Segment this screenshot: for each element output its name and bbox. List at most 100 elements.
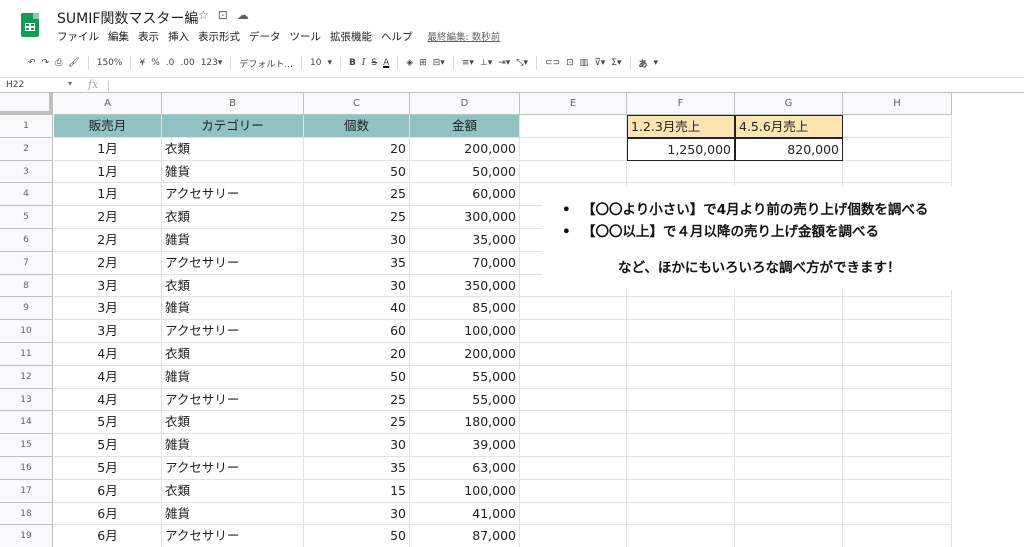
- filter-icon[interactable]: ⊽▾: [594, 58, 605, 68]
- data-cell[interactable]: 2月: [54, 206, 162, 229]
- cell[interactable]: [843, 160, 952, 184]
- data-cell[interactable]: 衣類: [162, 206, 304, 229]
- cell[interactable]: [843, 115, 952, 138]
- data-cell[interactable]: 雑貨: [162, 502, 304, 526]
- data-cell[interactable]: 20: [304, 343, 410, 366]
- cell[interactable]: [520, 457, 627, 480]
- data-cell[interactable]: 30: [304, 502, 410, 526]
- input-tools-button[interactable]: あ: [639, 57, 648, 70]
- cell[interactable]: [520, 160, 627, 184]
- borders-icon[interactable]: ⊞: [419, 58, 427, 68]
- cell[interactable]: [520, 137, 627, 161]
- data-cell[interactable]: 5月: [54, 411, 162, 435]
- data-cell[interactable]: 50: [304, 160, 410, 184]
- data-cell[interactable]: アクセサリー: [162, 320, 304, 343]
- row-header-19[interactable]: 19: [0, 525, 53, 547]
- cell[interactable]: [627, 388, 735, 412]
- column-title-cell[interactable]: 個数: [304, 115, 410, 138]
- data-cell[interactable]: 50: [304, 365, 410, 389]
- cell[interactable]: [735, 160, 843, 184]
- data-cell[interactable]: 300,000: [410, 206, 520, 229]
- chevron-down-icon[interactable]: ▾: [327, 58, 332, 68]
- data-cell[interactable]: 雑貨: [162, 297, 304, 321]
- row-header-12[interactable]: 12: [0, 365, 53, 389]
- cell[interactable]: [843, 320, 952, 343]
- merge-cells-icon[interactable]: ⊟▾: [433, 58, 445, 68]
- chevron-down-icon[interactable]: ▾: [68, 79, 72, 88]
- cell[interactable]: [735, 388, 843, 412]
- chevron-down-icon[interactable]: ▾: [654, 58, 659, 68]
- data-cell[interactable]: 60,000: [410, 183, 520, 207]
- print-icon[interactable]: ⎙: [55, 58, 62, 68]
- cell[interactable]: [843, 365, 952, 389]
- data-cell[interactable]: 25: [304, 183, 410, 207]
- data-cell[interactable]: 6月: [54, 479, 162, 503]
- summary-value-cell[interactable]: 820,000: [735, 137, 843, 161]
- data-cell[interactable]: 2月: [54, 251, 162, 275]
- data-cell[interactable]: 3月: [54, 274, 162, 298]
- cell[interactable]: [735, 320, 843, 343]
- row-header-18[interactable]: 18: [0, 502, 53, 526]
- row-header-6[interactable]: 6: [0, 229, 53, 252]
- cell[interactable]: [627, 457, 735, 480]
- cell[interactable]: [520, 479, 627, 503]
- summary-value-cell[interactable]: 1,250,000: [627, 137, 735, 161]
- data-cell[interactable]: 35,000: [410, 229, 520, 252]
- data-cell[interactable]: 200,000: [410, 343, 520, 366]
- cell[interactable]: [735, 479, 843, 503]
- data-cell[interactable]: 雑貨: [162, 365, 304, 389]
- cell[interactable]: [843, 411, 952, 435]
- data-cell[interactable]: 2月: [54, 229, 162, 252]
- column-title-cell[interactable]: 金額: [410, 115, 520, 138]
- row-header-9[interactable]: 9: [0, 297, 53, 321]
- strikethrough-button[interactable]: S: [371, 58, 377, 68]
- currency-button[interactable]: ¥: [139, 58, 145, 68]
- cell[interactable]: [520, 343, 627, 366]
- functions-icon[interactable]: Σ▾: [611, 58, 621, 68]
- data-cell[interactable]: 40: [304, 297, 410, 321]
- menu-help[interactable]: ヘルプ: [381, 29, 413, 44]
- data-cell[interactable]: 35: [304, 251, 410, 275]
- data-cell[interactable]: 衣類: [162, 343, 304, 366]
- row-header-11[interactable]: 11: [0, 343, 53, 366]
- cell[interactable]: [627, 343, 735, 366]
- row-header-7[interactable]: 7: [0, 251, 53, 275]
- cell[interactable]: [520, 365, 627, 389]
- data-cell[interactable]: 30: [304, 274, 410, 298]
- cell[interactable]: [843, 479, 952, 503]
- data-cell[interactable]: 4月: [54, 365, 162, 389]
- cell[interactable]: [843, 388, 952, 412]
- cell[interactable]: [520, 411, 627, 435]
- data-cell[interactable]: 70,000: [410, 251, 520, 275]
- last-edit-link[interactable]: 最終編集: 数秒前: [428, 29, 501, 44]
- data-cell[interactable]: 60: [304, 320, 410, 343]
- text-color-button[interactable]: A: [383, 58, 389, 68]
- menu-view[interactable]: 表示: [138, 29, 159, 44]
- data-cell[interactable]: 雑貨: [162, 160, 304, 184]
- cell[interactable]: [520, 115, 627, 138]
- redo-icon[interactable]: ↷: [42, 58, 50, 68]
- data-cell[interactable]: 41,000: [410, 502, 520, 526]
- percent-button[interactable]: %: [151, 58, 160, 68]
- vertical-align-icon[interactable]: ⊥▾: [480, 58, 492, 68]
- data-cell[interactable]: 衣類: [162, 479, 304, 503]
- column-header-a[interactable]: A: [54, 93, 162, 115]
- data-cell[interactable]: 63,000: [410, 457, 520, 480]
- row-header-17[interactable]: 17: [0, 479, 53, 503]
- cell[interactable]: [627, 160, 735, 184]
- data-cell[interactable]: 4月: [54, 388, 162, 412]
- chart-icon[interactable]: ▥: [580, 58, 589, 68]
- cell[interactable]: [520, 434, 627, 457]
- data-cell[interactable]: 衣類: [162, 411, 304, 435]
- cell[interactable]: [735, 525, 843, 547]
- cell[interactable]: [627, 320, 735, 343]
- menu-format[interactable]: 表示形式: [198, 29, 240, 44]
- data-cell[interactable]: 雑貨: [162, 434, 304, 457]
- cell[interactable]: [520, 525, 627, 547]
- cell[interactable]: [627, 297, 735, 321]
- data-cell[interactable]: 200,000: [410, 137, 520, 161]
- data-cell[interactable]: 39,000: [410, 434, 520, 457]
- column-header-c[interactable]: C: [304, 93, 410, 115]
- data-cell[interactable]: 1月: [54, 160, 162, 184]
- data-cell[interactable]: 5月: [54, 434, 162, 457]
